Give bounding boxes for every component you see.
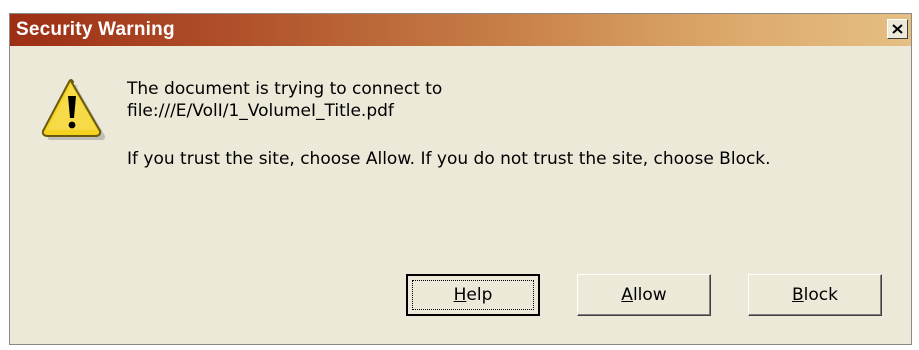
close-icon [892,24,903,34]
allow-button-label: Allow [621,285,667,305]
window-title: Security Warning [16,19,175,40]
message-line-1: The document is trying to connect to [127,79,443,99]
help-button[interactable]: Help [406,274,540,316]
close-button[interactable] [887,19,908,39]
block-button[interactable]: Block [748,274,882,316]
help-button-label: Help [453,285,493,305]
warning-triangle-icon [41,79,105,140]
message-file-path: file:///E/VolI/1_VolumeI_Title.pdf [127,101,394,121]
title-bar[interactable]: Security Warning [10,14,911,46]
security-warning-dialog: Security Warning The document is trying … [9,13,912,345]
message-instruction: If you trust the site, choose Allow. If … [127,149,771,169]
allow-button[interactable]: Allow [577,274,711,316]
block-button-label: Block [792,285,838,305]
